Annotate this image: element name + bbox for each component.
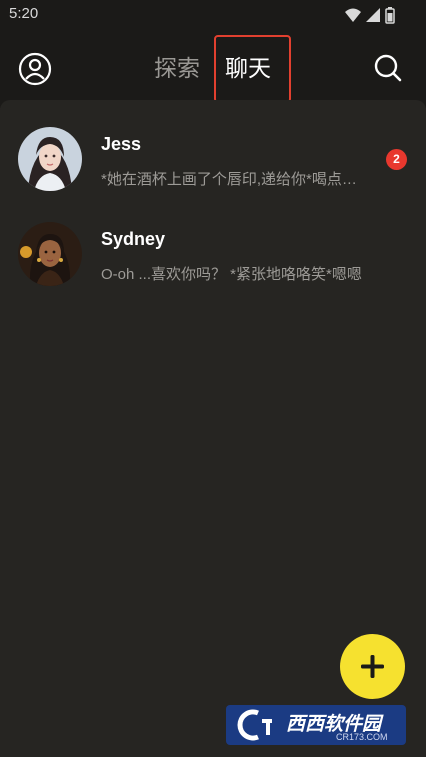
chat-list: Jess *她在酒杯上画了个唇印,递给你*喝点什么 2 Sydney O-oh … [0,120,426,310]
status-time: 5:20 [9,5,39,22]
search-icon [374,54,402,82]
avatar [18,222,82,286]
top-nav-bar: 探索 聊天 [0,30,426,108]
battery-icon [385,7,395,24]
wifi-icon [345,8,361,22]
tab-chat[interactable]: 聊天 [225,54,271,82]
avatar [18,127,82,191]
chat-preview: *她在酒杯上画了个唇印,递给你*喝点什么 [101,171,371,188]
user-profile-icon [18,52,52,86]
chat-name: Jess [101,134,142,154]
watermark-subtext: CR173.COM [336,732,388,742]
profile-button[interactable] [18,52,52,86]
search-button[interactable] [372,52,404,84]
chat-list-screen: 5:20 探索 聊天 Jess *她在酒杯上画了个唇印,递给你*喝点什么 2 S… [0,0,426,757]
content-top-edge [0,100,426,120]
chat-preview: O-oh ...喜欢你吗？ *紧张地咯咯笑*嗯嗯 [101,266,362,283]
new-chat-button[interactable] [340,634,405,699]
tab-explore[interactable]: 探索 [154,54,200,82]
chat-item-jess[interactable]: Jess *她在酒杯上画了个唇印,递给你*喝点什么 2 [0,120,426,215]
signal-icon [366,8,380,22]
status-bar: 5:20 [0,0,426,30]
plus-icon [361,655,384,678]
chat-item-sydney[interactable]: Sydney O-oh ...喜欢你吗？ *紧张地咯咯笑*嗯嗯 [0,215,426,310]
chat-name: Sydney [101,229,166,249]
status-icons [344,6,396,24]
watermark-logo-icon [237,709,272,741]
unread-badge: 2 [386,149,407,170]
watermark: 西西软件园 CR173.COM [226,705,406,745]
